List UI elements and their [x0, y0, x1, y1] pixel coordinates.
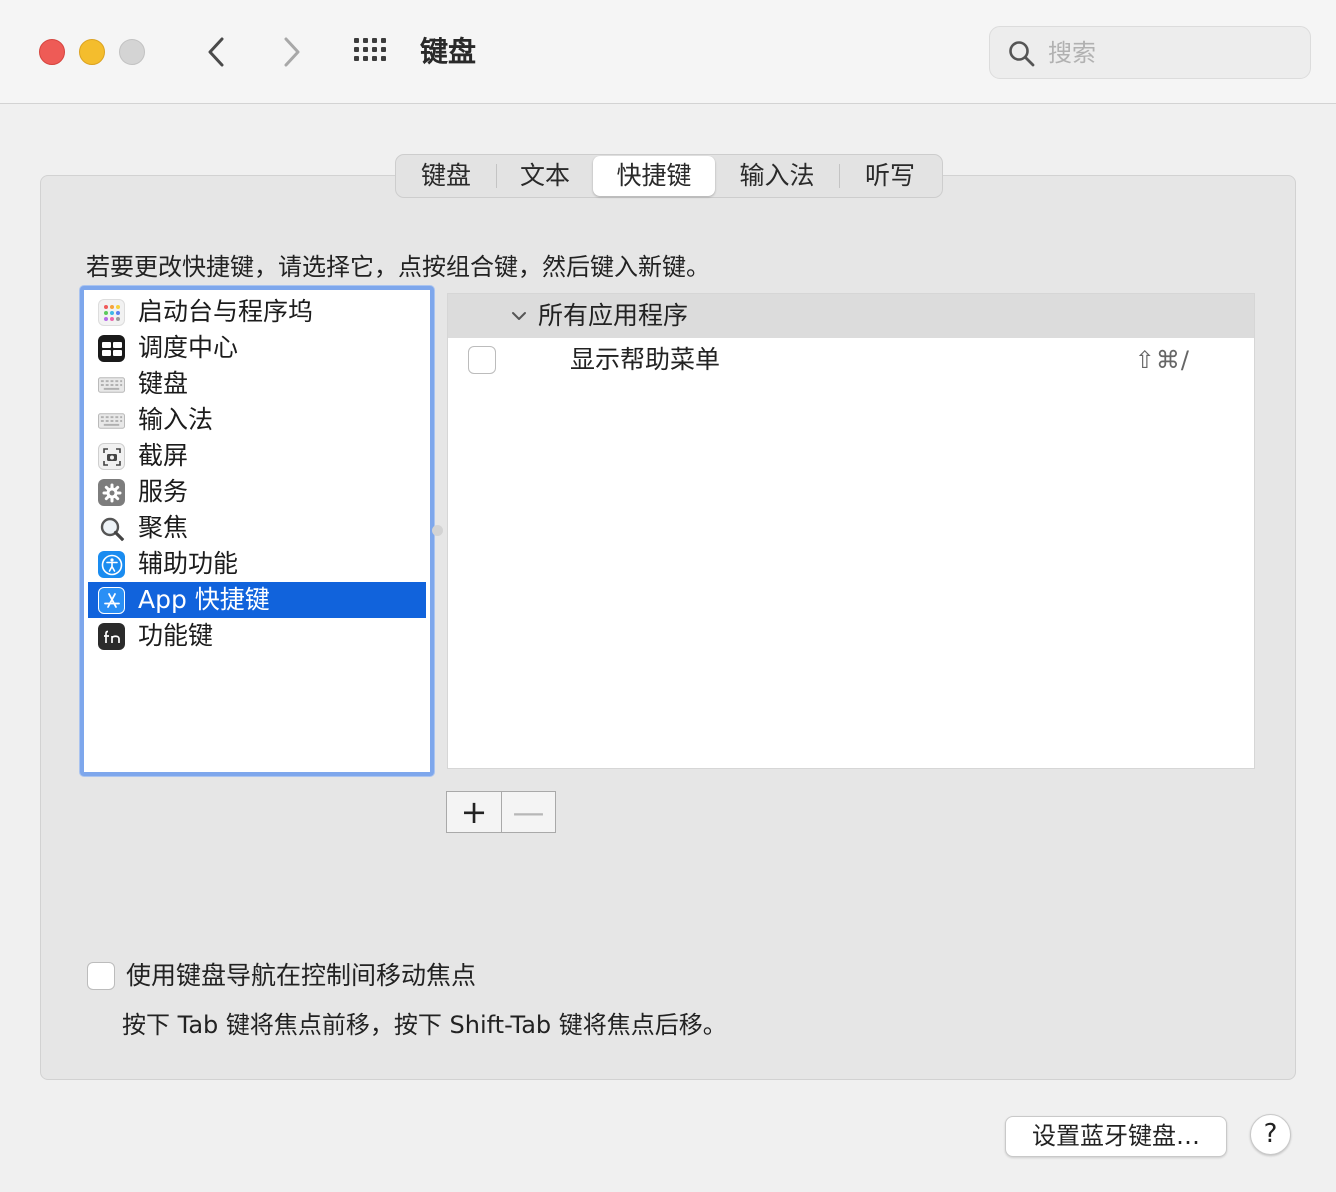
keyboard-navigation-hint: 按下 Tab 键将焦点前移，按下 Shift-Tab 键将焦点后移。 — [122, 1011, 727, 1039]
keyboard-navigation-checkbox[interactable] — [87, 962, 115, 990]
category-label: 辅助功能 — [138, 549, 239, 578]
set-up-bluetooth-keyboard-button[interactable]: 设置蓝牙键盘… — [1005, 1116, 1227, 1157]
category-app-shortcuts[interactable]: App 快捷键 — [88, 582, 426, 618]
help-button[interactable]: ? — [1250, 1114, 1291, 1155]
search-field[interactable] — [989, 26, 1311, 79]
category-label: 服务 — [138, 477, 189, 506]
split-view-divider[interactable] — [432, 525, 443, 536]
category-label: 调度中心 — [138, 333, 239, 362]
accessibility-icon — [98, 551, 125, 578]
category-label: 键盘 — [138, 369, 189, 398]
shortcut-table: 所有应用程序 显示帮助菜单 ⇧⌘/ — [447, 293, 1255, 769]
category-keyboard[interactable]: 键盘 — [88, 366, 426, 402]
category-input-sources[interactable]: 输入法 — [88, 402, 426, 438]
shortcut-category-list[interactable]: 启动台与程序坞 调度中心 键盘 输入法 截屏 服务 聚焦 辅助功能 App 快捷… — [80, 286, 434, 776]
search-icon — [1009, 41, 1035, 67]
category-mission-control[interactable]: 调度中心 — [88, 330, 426, 366]
category-spotlight[interactable]: 聚焦 — [88, 510, 426, 546]
grid-icon — [354, 38, 386, 61]
back-button[interactable] — [196, 32, 236, 72]
chevron-down-icon[interactable] — [510, 308, 528, 324]
tab-bar: 键盘 文本 快捷键 输入法 听写 — [395, 154, 943, 198]
minimize-window-button[interactable] — [79, 39, 105, 65]
tab-text[interactable]: 文本 — [497, 156, 593, 196]
title-bar: 键盘 — [0, 0, 1336, 104]
add-shortcut-button[interactable]: + — [447, 792, 501, 832]
category-label: 功能键 — [138, 621, 214, 650]
category-label: App 快捷键 — [138, 585, 270, 614]
category-label: 输入法 — [138, 405, 214, 434]
shortcut-menu-title[interactable]: 显示帮助菜单 — [570, 338, 720, 382]
forward-button[interactable] — [272, 32, 312, 72]
instruction-text: 若要更改快捷键，请选择它，点按组合键，然后键入新键。 — [86, 253, 710, 281]
search-input[interactable] — [1048, 33, 1298, 73]
category-services[interactable]: 服务 — [88, 474, 426, 510]
category-function-keys[interactable]: 功能键 — [88, 618, 426, 654]
keyboard-icon — [98, 371, 125, 398]
fn-key-icon — [98, 623, 125, 650]
category-label: 截屏 — [138, 441, 189, 470]
shortcut-enabled-checkbox[interactable] — [468, 346, 496, 374]
table-row[interactable]: 显示帮助菜单 ⇧⌘/ — [448, 338, 1254, 382]
category-label: 聚焦 — [138, 513, 189, 542]
category-accessibility[interactable]: 辅助功能 — [88, 546, 426, 582]
group-row-all-apps[interactable]: 所有应用程序 — [448, 294, 1254, 338]
input-source-icon — [98, 407, 125, 434]
tab-input-sources[interactable]: 输入法 — [715, 156, 839, 196]
shortcut-keys[interactable]: ⇧⌘/ — [1135, 338, 1190, 382]
close-window-button[interactable] — [39, 39, 65, 65]
remove-shortcut-button[interactable]: — — [501, 792, 555, 832]
gear-icon — [98, 479, 125, 506]
launchpad-icon — [98, 299, 125, 326]
category-label: 启动台与程序坞 — [138, 297, 314, 326]
spotlight-icon — [98, 515, 125, 542]
tab-shortcuts[interactable]: 快捷键 — [593, 156, 715, 196]
zoom-window-button[interactable] — [119, 39, 145, 65]
window-title: 键盘 — [420, 35, 477, 68]
screenshot-icon — [98, 443, 125, 470]
add-remove-control: + — — [446, 791, 556, 833]
category-launchpad-dock[interactable]: 启动台与程序坞 — [88, 294, 426, 330]
chevron-left-icon — [208, 37, 224, 67]
tab-dictation[interactable]: 听写 — [840, 156, 940, 196]
chevron-right-icon — [284, 37, 300, 67]
tab-keyboard[interactable]: 键盘 — [396, 156, 496, 196]
app-store-icon — [98, 587, 125, 614]
mission-control-icon — [98, 335, 125, 362]
keyboard-navigation-label[interactable]: 使用键盘导航在控制间移动焦点 — [126, 958, 476, 994]
group-label: 所有应用程序 — [538, 301, 689, 330]
show-all-button[interactable] — [352, 32, 392, 72]
category-screenshots[interactable]: 截屏 — [88, 438, 426, 474]
